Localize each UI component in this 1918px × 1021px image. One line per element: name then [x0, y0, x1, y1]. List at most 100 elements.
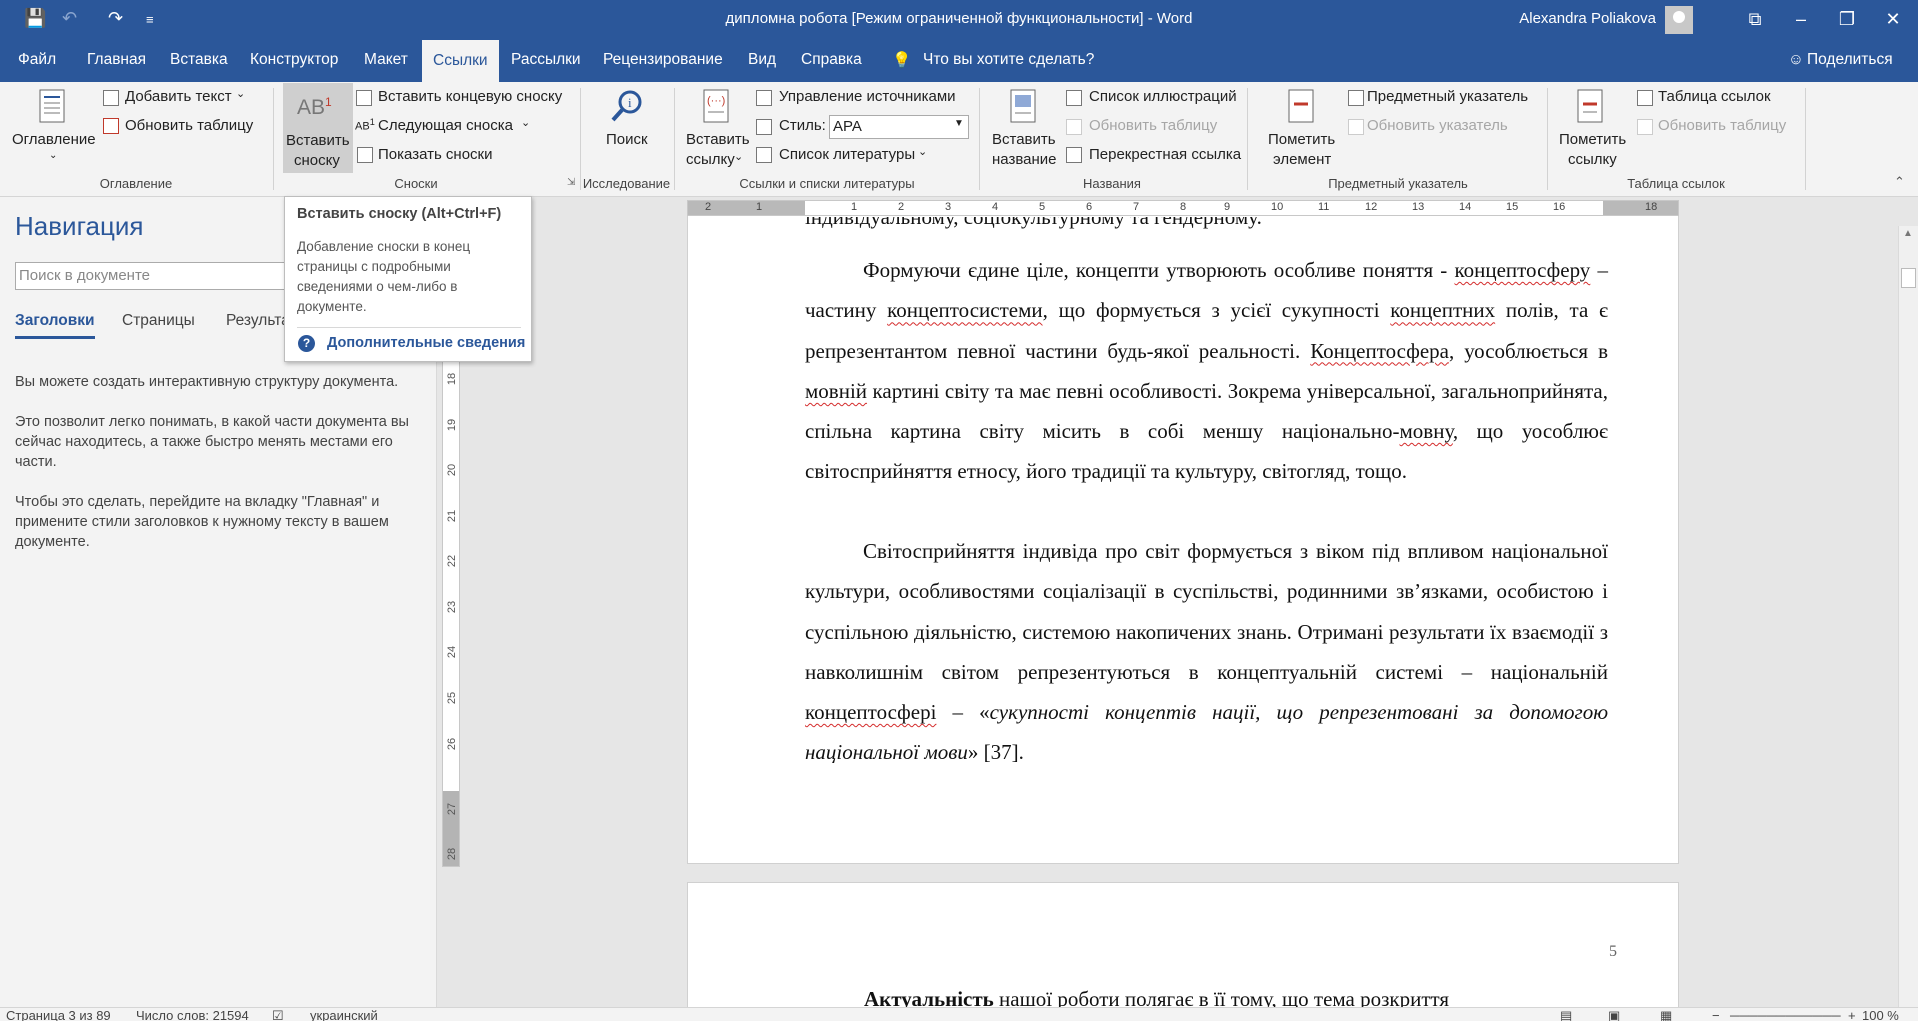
next-footnote-button[interactable]: Следующая сноска	[378, 117, 513, 134]
language-indicator[interactable]: украинский	[310, 1008, 378, 1021]
insert-caption-label-2[interactable]: название	[992, 151, 1056, 168]
proofing-icon[interactable]: ☑	[272, 1008, 284, 1021]
ribbon: Оглавление ⌄ Добавить текст ⌄ Обновить т…	[0, 82, 1918, 197]
chevron-down-icon[interactable]: ⌄	[918, 145, 927, 158]
ruler-number: 15	[1506, 201, 1519, 213]
update-toc-button[interactable]: Обновить таблицу	[125, 117, 253, 134]
tab-review[interactable]: Рецензирование	[603, 51, 723, 69]
group-label-index: Предметный указатель	[1328, 176, 1468, 191]
mark-citation-label-2[interactable]: ссылку	[1568, 151, 1617, 168]
tab-results[interactable]: Результа	[226, 312, 290, 330]
ruler-number: 1	[756, 201, 763, 213]
share-button[interactable]: Поделиться	[1807, 51, 1893, 69]
tell-me-box[interactable]: Что вы хотите сделать?	[923, 51, 1094, 69]
word-count[interactable]: Число слов: 21594	[136, 1008, 249, 1021]
avatar[interactable]	[1665, 6, 1693, 34]
zoom-out-icon[interactable]: −	[1712, 1008, 1720, 1021]
insert-footnote-button[interactable]: AB1 Вставить сноску	[283, 83, 353, 173]
page-indicator[interactable]: Страница 3 из 89	[6, 1008, 111, 1021]
chevron-down-icon[interactable]: ⌄	[521, 116, 530, 129]
table-of-authorities-button[interactable]: Таблица ссылок	[1658, 88, 1771, 105]
ribbon-display-icon[interactable]: ⧉	[1732, 6, 1778, 32]
show-notes-button[interactable]: Показать сноски	[378, 146, 493, 163]
update-index-icon	[1348, 119, 1364, 135]
tooltip-title: Вставить сноску (Alt+Ctrl+F)	[297, 206, 502, 222]
mark-entry-label-2[interactable]: элемент	[1273, 151, 1331, 168]
nav-help-text-3: Чтобы это сделать, перейдите на вкладку …	[15, 494, 389, 550]
tooltip-more-link[interactable]: Дополнительные сведения	[327, 335, 525, 351]
tab-mailings[interactable]: Рассылки	[511, 51, 581, 69]
minimize-icon[interactable]: –	[1778, 6, 1824, 32]
tab-insert[interactable]: Вставка	[170, 51, 228, 69]
web-layout-icon[interactable]: ▦	[1660, 1008, 1672, 1021]
tab-pages[interactable]: Страницы	[122, 312, 195, 330]
search-button[interactable]: Поиск	[606, 131, 648, 148]
dialog-launcher-icon[interactable]: ⇲	[567, 177, 575, 188]
tab-home[interactable]: Главная	[87, 51, 146, 69]
tooltip-description: Добавление сноски в конец страницы с под…	[297, 239, 471, 314]
scroll-up-icon[interactable]: ▲	[1903, 228, 1913, 239]
ruler-number: 16	[1553, 201, 1566, 213]
ruler-number: 12	[1365, 201, 1378, 213]
toc-button[interactable]: Оглавление	[12, 131, 96, 148]
chevron-down-icon[interactable]: ⌄	[734, 150, 743, 163]
chevron-down-icon[interactable]: ⌄	[49, 150, 57, 161]
style-icon	[756, 119, 772, 135]
ruler-number: 22	[446, 554, 458, 568]
group-separator	[580, 88, 581, 190]
tab-view[interactable]: Вид	[748, 51, 776, 69]
show-notes-icon	[357, 147, 373, 163]
table-of-figures-button[interactable]: Список иллюстраций	[1089, 88, 1237, 105]
document-body[interactable]: індивідуальному, соціокультурному та ген…	[687, 217, 1679, 864]
add-text-button[interactable]: Добавить текст	[125, 88, 232, 105]
insert-citation-label[interactable]: Вставить	[686, 131, 750, 148]
mark-citation-label[interactable]: Пометить	[1559, 131, 1626, 148]
mark-entry-label[interactable]: Пометить	[1268, 131, 1335, 148]
restore-icon[interactable]: ❐	[1824, 6, 1870, 32]
insert-caption-label[interactable]: Вставить	[992, 131, 1056, 148]
zoom-level[interactable]: 100 %	[1862, 1008, 1899, 1021]
print-layout-icon[interactable]: ▣	[1608, 1008, 1620, 1021]
update-index-button[interactable]: Обновить указатель	[1367, 117, 1508, 134]
page-number: 5	[1609, 943, 1617, 960]
ruler-number: 19	[446, 418, 458, 432]
insert-citation-label-2[interactable]: ссылку	[686, 151, 735, 168]
ruler-number: 3	[945, 201, 952, 213]
user-name[interactable]: Alexandra Poliakova	[1519, 10, 1656, 27]
group-separator	[1247, 88, 1248, 190]
ruler-number: 28	[446, 847, 458, 861]
style-select[interactable]: APA ▼	[829, 115, 969, 139]
chevron-down-icon[interactable]: ⌄	[236, 87, 245, 100]
tab-design[interactable]: Конструктор	[250, 51, 338, 69]
zoom-in-icon[interactable]: +	[1848, 1008, 1856, 1021]
tab-layout[interactable]: Макет	[364, 51, 408, 69]
svg-text:i: i	[628, 95, 632, 110]
tab-file[interactable]: Файл	[18, 51, 56, 69]
document-page-next[interactable]: 5 Актуальність нашої роботи полягає в її…	[687, 882, 1679, 1012]
vertical-scrollbar[interactable]: ▲	[1898, 226, 1918, 1008]
group-label-authorities: Таблица ссылок	[1627, 176, 1725, 191]
zoom-slider[interactable]: ────────────	[1730, 1008, 1841, 1021]
cross-reference-button[interactable]: Перекрестная ссылка	[1089, 146, 1241, 163]
close-icon[interactable]: ✕	[1870, 6, 1916, 32]
update-authorities-button[interactable]: Обновить таблицу	[1658, 117, 1786, 134]
footnote-icon: AB1	[297, 95, 332, 119]
horizontal-ruler[interactable]: 2 1 1 2 3 4 5 6 7 8 9 10 11 12 13 14 15 …	[687, 200, 1679, 216]
ruler-number: 2	[898, 201, 905, 213]
ruler-number: 23	[446, 600, 458, 614]
bibliography-button[interactable]: Список литературы	[779, 146, 915, 163]
scroll-thumb[interactable]	[1901, 268, 1916, 288]
tab-headings[interactable]: Заголовки	[15, 312, 95, 339]
ruler-number: 24	[446, 645, 458, 659]
collapse-ribbon-icon[interactable]: ⌃	[1894, 174, 1905, 190]
tab-references[interactable]: Ссылки	[422, 40, 499, 82]
tab-help[interactable]: Справка	[801, 51, 862, 69]
read-mode-icon[interactable]: ▤	[1560, 1008, 1572, 1021]
update-figures-button[interactable]: Обновить таблицу	[1089, 117, 1217, 134]
insert-index-button[interactable]: Предметный указатель	[1367, 88, 1528, 105]
ruler-number: 1	[851, 201, 858, 213]
insert-endnote-button[interactable]: Вставить концевую сноску	[378, 88, 562, 105]
lightbulb-icon: 💡	[892, 52, 912, 69]
manage-sources-button[interactable]: Управление источниками	[779, 88, 956, 105]
ruler-number: 6	[1086, 201, 1093, 213]
